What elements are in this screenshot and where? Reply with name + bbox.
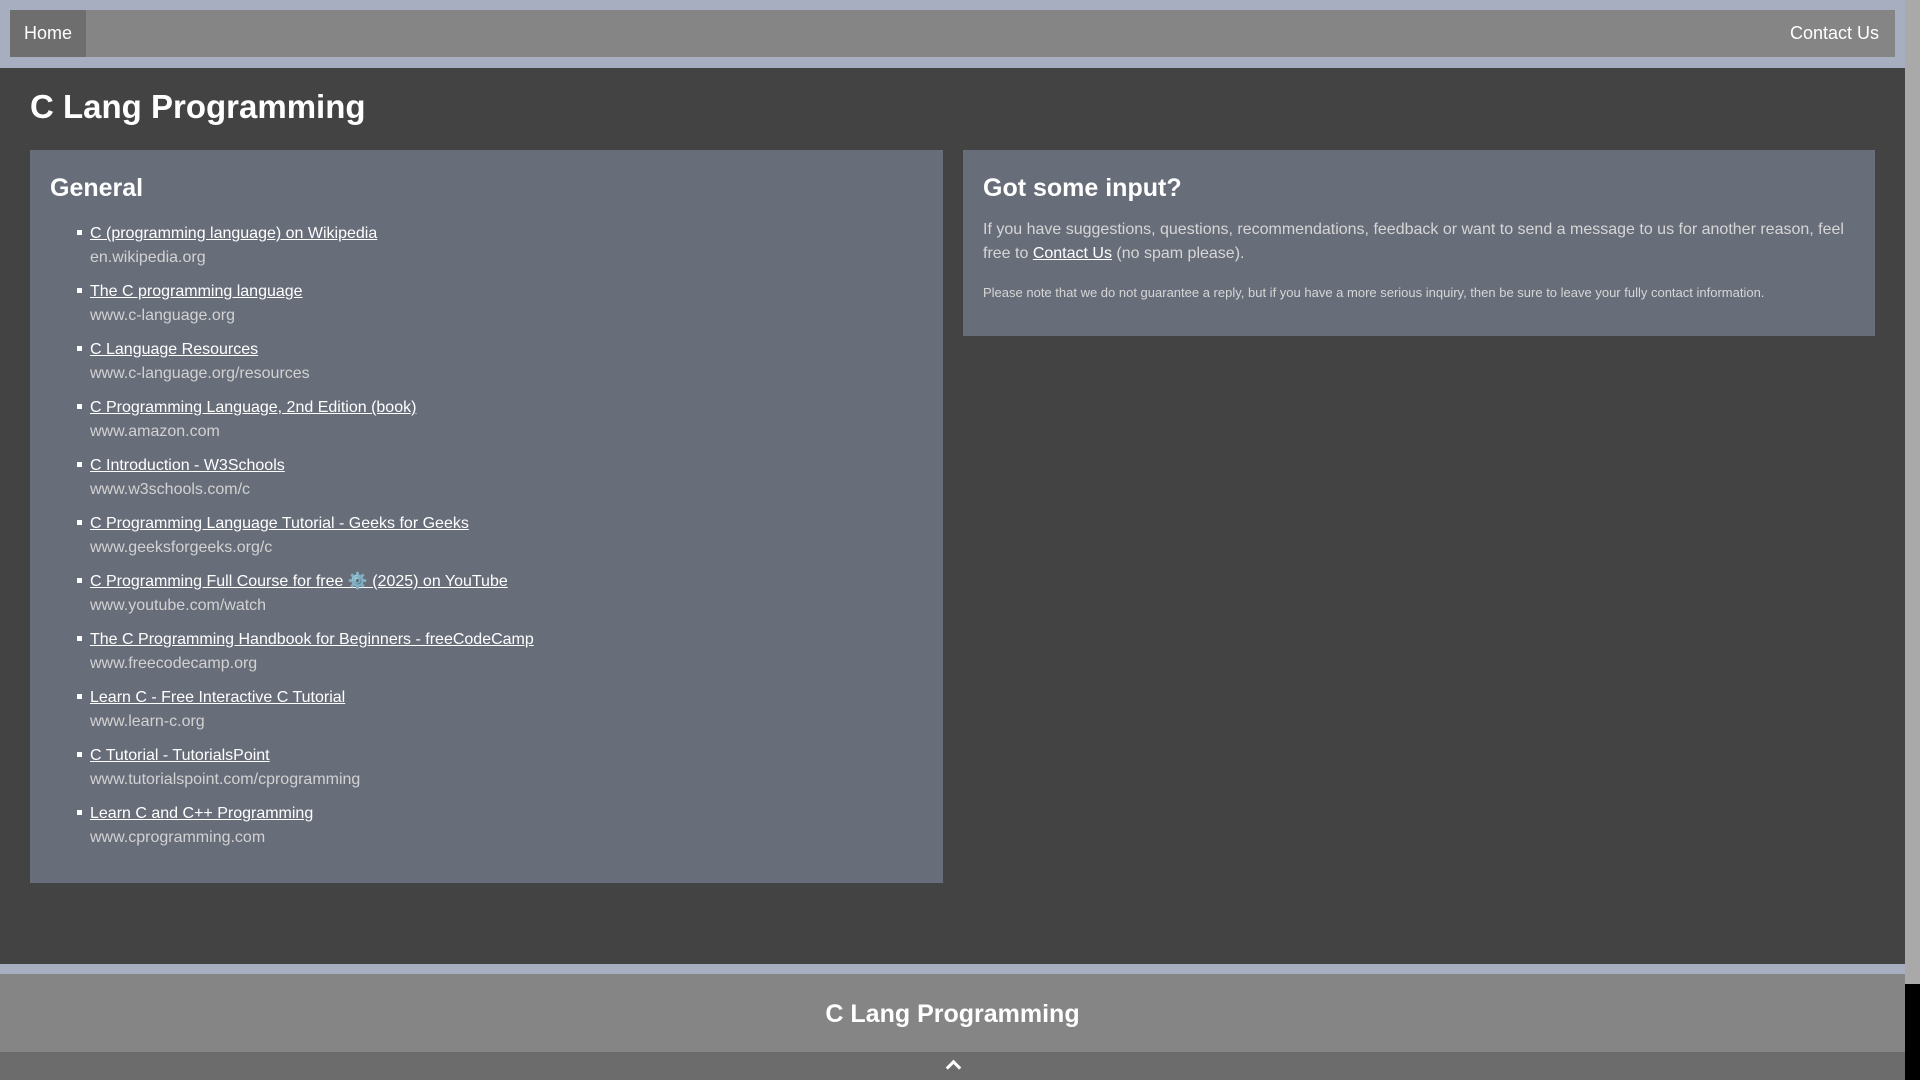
resource-link[interactable]: C Programming Language Tutorial - Geeks … <box>90 512 920 536</box>
nav-bar: Home Contact Us <box>10 10 1895 57</box>
list-item: The C programming language www.c-language… <box>77 280 920 338</box>
resource-link[interactable]: The C programming language <box>90 280 920 304</box>
footer-title: C Lang Programming <box>825 1000 1080 1028</box>
resource-domain: www.amazon.com <box>90 423 220 440</box>
resource-domain: www.learn-c.org <box>90 713 205 730</box>
scrollbar-thumb[interactable] <box>1905 984 1920 1080</box>
general-card: General C (programming language) on Wiki… <box>30 150 943 883</box>
input-card: Got some input? If you have suggestions,… <box>963 150 1875 336</box>
resource-link[interactable]: C (programming language) on Wikipedia <box>90 222 920 246</box>
list-item: Learn C - Free Interactive C Tutorial www… <box>77 686 920 744</box>
resource-link[interactable]: C Programming Full Course for free ⚙️ (2… <box>90 570 920 594</box>
resource-domain: www.c-language.org/resources <box>90 365 310 382</box>
nav-contact-link[interactable]: Contact Us <box>1790 10 1879 57</box>
resource-domain: www.geeksforgeeks.org/c <box>90 539 273 556</box>
list-item: C Programming Full Course for free ⚙️ (2… <box>77 570 920 628</box>
general-heading: General <box>50 174 144 202</box>
resource-link[interactable]: C Tutorial - TutorialsPoint <box>90 744 920 768</box>
chevron-up-icon <box>945 1059 962 1076</box>
scrollbar[interactable] <box>1905 0 1920 1080</box>
input-text-after: (no spam please). <box>1111 245 1245 262</box>
list-item: C (programming language) on Wikipedia en.… <box>77 222 920 280</box>
list-item: C Introduction - W3Schools www.w3schools.… <box>77 454 920 512</box>
resource-link[interactable]: The C Programming Handbook for Beginners… <box>90 628 920 652</box>
list-item: C Programming Language, 2nd Edition (boo… <box>77 396 920 454</box>
resource-domain: www.w3schools.com/c <box>90 481 251 498</box>
resource-link[interactable]: C Introduction - W3Schools <box>90 454 920 478</box>
resource-link[interactable]: C Language Resources <box>90 338 920 362</box>
resource-domain: www.youtube.com/watch <box>90 597 267 614</box>
link-list: C (programming language) on Wikipedia en.… <box>77 222 920 860</box>
resource-domain: www.freecodecamp.org <box>90 655 258 672</box>
list-item: The C Programming Handbook for Beginners… <box>77 628 920 686</box>
resource-domain: www.cprogramming.com <box>90 829 266 846</box>
input-paragraph: If you have suggestions, questions, reco… <box>983 218 1853 266</box>
resource-domain: www.tutorialspoint.com/cprogramming <box>90 771 361 788</box>
list-item: C Language Resources www.c-language.org/r… <box>77 338 920 396</box>
nav-home-link[interactable]: Home <box>10 10 86 57</box>
top-navigation: Home Contact Us <box>0 0 1905 68</box>
list-item: C Tutorial - TutorialsPoint www.tutorials… <box>77 744 920 802</box>
list-item: Learn C and C++ Programming www.cprogramm… <box>77 802 920 860</box>
footer-strip <box>0 964 1905 974</box>
resource-link[interactable]: Learn C - Free Interactive C Tutorial <box>90 686 920 710</box>
page: Home Contact Us C Lang Programming Gener… <box>0 0 1905 1080</box>
page-title: C Lang Programming <box>30 88 366 125</box>
input-heading: Got some input? <box>983 174 1182 202</box>
list-item: C Programming Language Tutorial - Geeks … <box>77 512 920 570</box>
footer: C Lang Programming <box>0 974 1905 1052</box>
resource-domain: www.c-language.org <box>90 307 235 324</box>
input-note: Please note that we do not guarantee a r… <box>983 285 1765 300</box>
resource-domain: en.wikipedia.org <box>90 249 206 266</box>
resource-link[interactable]: C Programming Language, 2nd Edition (boo… <box>90 396 920 420</box>
contact-us-link[interactable]: Contact Us <box>1033 245 1112 262</box>
resource-link[interactable]: Learn C and C++ Programming <box>90 802 920 826</box>
back-to-top-button[interactable] <box>0 1052 1905 1080</box>
